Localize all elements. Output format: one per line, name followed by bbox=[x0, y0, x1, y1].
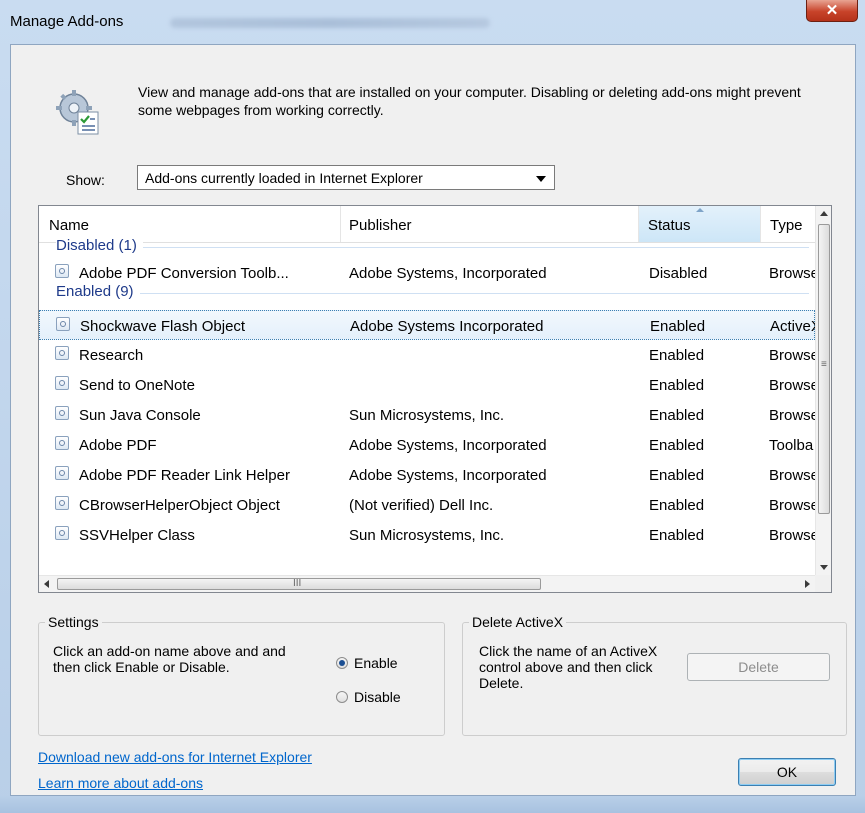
addon-icon bbox=[55, 376, 69, 390]
addon-icon bbox=[55, 346, 69, 360]
cell-type: Browse bbox=[769, 377, 815, 394]
delete-activex-group: Delete ActiveX Click the name of an Acti… bbox=[462, 614, 847, 736]
table-row[interactable]: Research Enabled Browse bbox=[39, 340, 815, 370]
scroll-down-icon[interactable] bbox=[820, 565, 828, 570]
cell-status: Enabled bbox=[649, 347, 705, 364]
addon-icon bbox=[55, 436, 69, 450]
table-row[interactable]: Adobe PDF Adobe Systems, Incorporated Enab… bbox=[39, 430, 815, 460]
blurred-url bbox=[170, 18, 490, 28]
cell-name: Shockwave Flash Object bbox=[80, 318, 246, 335]
cell-status: Disabled bbox=[649, 265, 708, 282]
group-header[interactable]: Disabled (1) bbox=[39, 236, 815, 256]
gear-checklist-icon bbox=[56, 90, 99, 135]
addon-icon bbox=[55, 526, 69, 540]
group-title: Disabled (1) bbox=[56, 237, 143, 254]
addon-icon bbox=[55, 466, 69, 480]
grip-icon: ≡ bbox=[821, 359, 827, 370]
addons-list[interactable]: Name Publisher Status Type Disabled (1) A… bbox=[38, 205, 832, 593]
cell-name: Adobe PDF bbox=[79, 437, 157, 454]
cell-status: Enabled bbox=[649, 407, 705, 424]
group-header[interactable]: Enabled (9) bbox=[39, 282, 815, 302]
table-row[interactable]: Send to OneNote Enabled Browse bbox=[39, 370, 815, 400]
close-button[interactable]: ✕ bbox=[806, 0, 858, 22]
window-bottom-frame bbox=[0, 796, 865, 813]
cell-status: Enabled bbox=[650, 318, 706, 335]
addon-icon bbox=[56, 317, 70, 331]
scroll-right-icon[interactable] bbox=[805, 580, 810, 588]
cell-name: CBrowserHelperObject Object bbox=[79, 497, 280, 514]
enable-radio-label: Enable bbox=[354, 655, 398, 671]
cell-type: Browse bbox=[769, 347, 815, 364]
sort-ascending-icon bbox=[695, 208, 704, 212]
column-header-status-label: Status bbox=[648, 217, 691, 234]
cell-name: Research bbox=[79, 347, 144, 364]
window-title: Manage Add-ons bbox=[10, 13, 124, 30]
table-row[interactable]: Adobe PDF Reader Link Helper Adobe System… bbox=[39, 460, 815, 490]
cell-type: Browse bbox=[769, 527, 815, 544]
group-title: Enabled (9) bbox=[56, 283, 140, 300]
radio-unselected-icon bbox=[336, 691, 348, 703]
cell-publisher: Adobe Systems Incorporated bbox=[350, 318, 544, 335]
scroll-up-icon[interactable] bbox=[820, 211, 828, 216]
show-dropdown-value: Add-ons currently loaded in Internet Exp… bbox=[145, 170, 423, 186]
cell-type: Browse bbox=[769, 467, 815, 484]
cell-name: Adobe PDF Reader Link Helper bbox=[79, 467, 290, 484]
group-divider bbox=[56, 293, 809, 294]
cell-name: SSVHelper Class bbox=[79, 527, 195, 544]
show-dropdown[interactable]: Add-ons currently loaded in Internet Exp… bbox=[137, 165, 555, 190]
delete-activex-title: Delete ActiveX bbox=[469, 614, 567, 630]
group-divider bbox=[56, 247, 809, 248]
cell-publisher: Sun Microsystems, Inc. bbox=[349, 527, 505, 544]
cell-status: Enabled bbox=[649, 377, 705, 394]
cell-status: Enabled bbox=[649, 437, 705, 454]
table-row[interactable]: CBrowserHelperObject Object (Not verified… bbox=[39, 490, 815, 520]
cell-type: Toolba bbox=[769, 437, 814, 454]
settings-title: Settings bbox=[45, 614, 102, 630]
cell-publisher: (Not verified) Dell Inc. bbox=[349, 497, 494, 514]
delete-button[interactable]: Delete bbox=[687, 653, 830, 681]
addon-icon bbox=[55, 406, 69, 420]
table-row[interactable]: Sun Java Console Sun Microsystems, Inc. En… bbox=[39, 400, 815, 430]
cell-name: Sun Java Console bbox=[79, 407, 201, 424]
cell-name: Adobe PDF Conversion Toolb... bbox=[79, 265, 289, 282]
vertical-scrollbar[interactable]: ≡ bbox=[815, 206, 831, 575]
title-bar: Manage Add-ons ✕ bbox=[0, 0, 865, 44]
disable-radio-label: Disable bbox=[354, 689, 401, 705]
table-row[interactable]: SSVHelper Class Sun Microsystems, Inc. Ena… bbox=[39, 520, 815, 550]
dialog-description: View and manage add-ons that are install… bbox=[138, 84, 801, 118]
cell-type: Browse bbox=[769, 497, 815, 514]
cell-type: ActiveX bbox=[770, 318, 816, 335]
cell-status: Enabled bbox=[649, 467, 705, 484]
cell-status: Enabled bbox=[649, 527, 705, 544]
learn-more-link[interactable]: Learn more about add-ons bbox=[38, 775, 203, 791]
settings-text: Click an add-on name above and and then … bbox=[53, 643, 286, 675]
cell-name: Send to OneNote bbox=[79, 377, 195, 394]
table-row[interactable]: Shockwave Flash Object Adobe Systems Inco… bbox=[39, 310, 816, 340]
horizontal-scrollbar[interactable]: III bbox=[39, 575, 815, 592]
cell-publisher: Adobe Systems, Incorporated bbox=[349, 467, 547, 484]
cell-type: Browse bbox=[769, 407, 815, 424]
show-label: Show: bbox=[66, 172, 105, 188]
chevron-down-icon bbox=[536, 176, 546, 182]
addon-icon bbox=[55, 264, 69, 278]
cell-publisher: Adobe Systems, Incorporated bbox=[349, 265, 547, 282]
settings-group: Settings Click an add-on name above and … bbox=[38, 614, 445, 736]
manage-addons-window: Manage Add-ons ✕ View and manage add-ons… bbox=[0, 0, 865, 813]
addon-icon bbox=[55, 496, 69, 510]
cell-publisher: Sun Microsystems, Inc. bbox=[349, 407, 505, 424]
scroll-corner bbox=[815, 575, 831, 592]
cell-publisher: Adobe Systems, Incorporated bbox=[349, 437, 547, 454]
radio-selected-icon bbox=[336, 657, 348, 669]
cell-type: Browse bbox=[769, 265, 815, 282]
cell-status: Enabled bbox=[649, 497, 705, 514]
grip-icon: III bbox=[293, 578, 302, 589]
scroll-left-icon[interactable] bbox=[44, 580, 49, 588]
ok-button[interactable]: OK bbox=[738, 758, 836, 786]
delete-activex-text: Click the name of an ActiveX control abo… bbox=[479, 643, 658, 691]
download-addons-link[interactable]: Download new add-ons for Internet Explor… bbox=[38, 749, 312, 765]
